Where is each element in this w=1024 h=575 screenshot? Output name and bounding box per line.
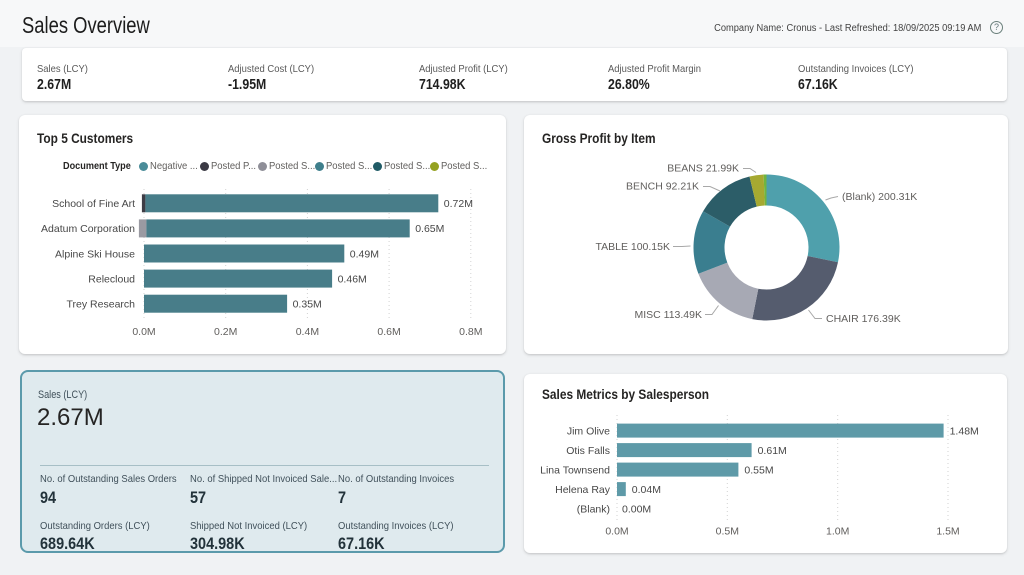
svg-text:1.48M: 1.48M bbox=[950, 425, 979, 437]
svg-text:(Blank) 200.31K: (Blank) 200.31K bbox=[842, 191, 917, 203]
svg-text:Helena Ray: Helena Ray bbox=[555, 484, 611, 496]
svg-text:School of Fine Art: School of Fine Art bbox=[52, 198, 135, 210]
svg-text:TABLE 100.15K: TABLE 100.15K bbox=[595, 241, 670, 253]
svg-text:MISC 113.49K: MISC 113.49K bbox=[634, 309, 702, 321]
svg-text:0.0M: 0.0M bbox=[605, 526, 628, 538]
svg-text:Alpine Ski House: Alpine Ski House bbox=[55, 248, 135, 260]
svg-text:0.5M: 0.5M bbox=[716, 526, 739, 538]
svg-text:1.5M: 1.5M bbox=[936, 526, 959, 538]
svg-text:Otis Falls: Otis Falls bbox=[566, 445, 610, 457]
svg-text:Adatum Corporation: Adatum Corporation bbox=[41, 223, 135, 235]
svg-text:1.0M: 1.0M bbox=[826, 526, 849, 538]
svg-text:CHAIR 176.39K: CHAIR 176.39K bbox=[826, 313, 901, 325]
svg-text:0.4M: 0.4M bbox=[296, 326, 319, 338]
svg-text:0.35M: 0.35M bbox=[293, 299, 322, 311]
svg-text:0.46M: 0.46M bbox=[338, 273, 367, 285]
svg-text:BEANS 21.99K: BEANS 21.99K bbox=[667, 163, 739, 175]
svg-text:0.04M: 0.04M bbox=[632, 484, 661, 496]
svg-text:Trey Research: Trey Research bbox=[67, 299, 136, 311]
svg-text:0.72M: 0.72M bbox=[444, 198, 473, 210]
svg-text:0.65M: 0.65M bbox=[415, 223, 444, 235]
svg-text:0.0M: 0.0M bbox=[132, 326, 155, 338]
svg-text:0.00M: 0.00M bbox=[622, 503, 651, 515]
svg-text:0.6M: 0.6M bbox=[377, 326, 400, 338]
svg-text:Relecloud: Relecloud bbox=[88, 273, 135, 285]
svg-text:(Blank): (Blank) bbox=[577, 503, 610, 515]
svg-text:0.8M: 0.8M bbox=[459, 326, 482, 338]
svg-text:0.61M: 0.61M bbox=[758, 445, 787, 457]
svg-text:Jim Olive: Jim Olive bbox=[567, 425, 610, 437]
svg-text:0.49M: 0.49M bbox=[350, 248, 379, 260]
svg-text:0.2M: 0.2M bbox=[214, 326, 237, 338]
svg-text:0.55M: 0.55M bbox=[744, 464, 773, 476]
svg-text:Lina Townsend: Lina Townsend bbox=[540, 464, 610, 476]
svg-text:BENCH 92.21K: BENCH 92.21K bbox=[626, 181, 699, 193]
